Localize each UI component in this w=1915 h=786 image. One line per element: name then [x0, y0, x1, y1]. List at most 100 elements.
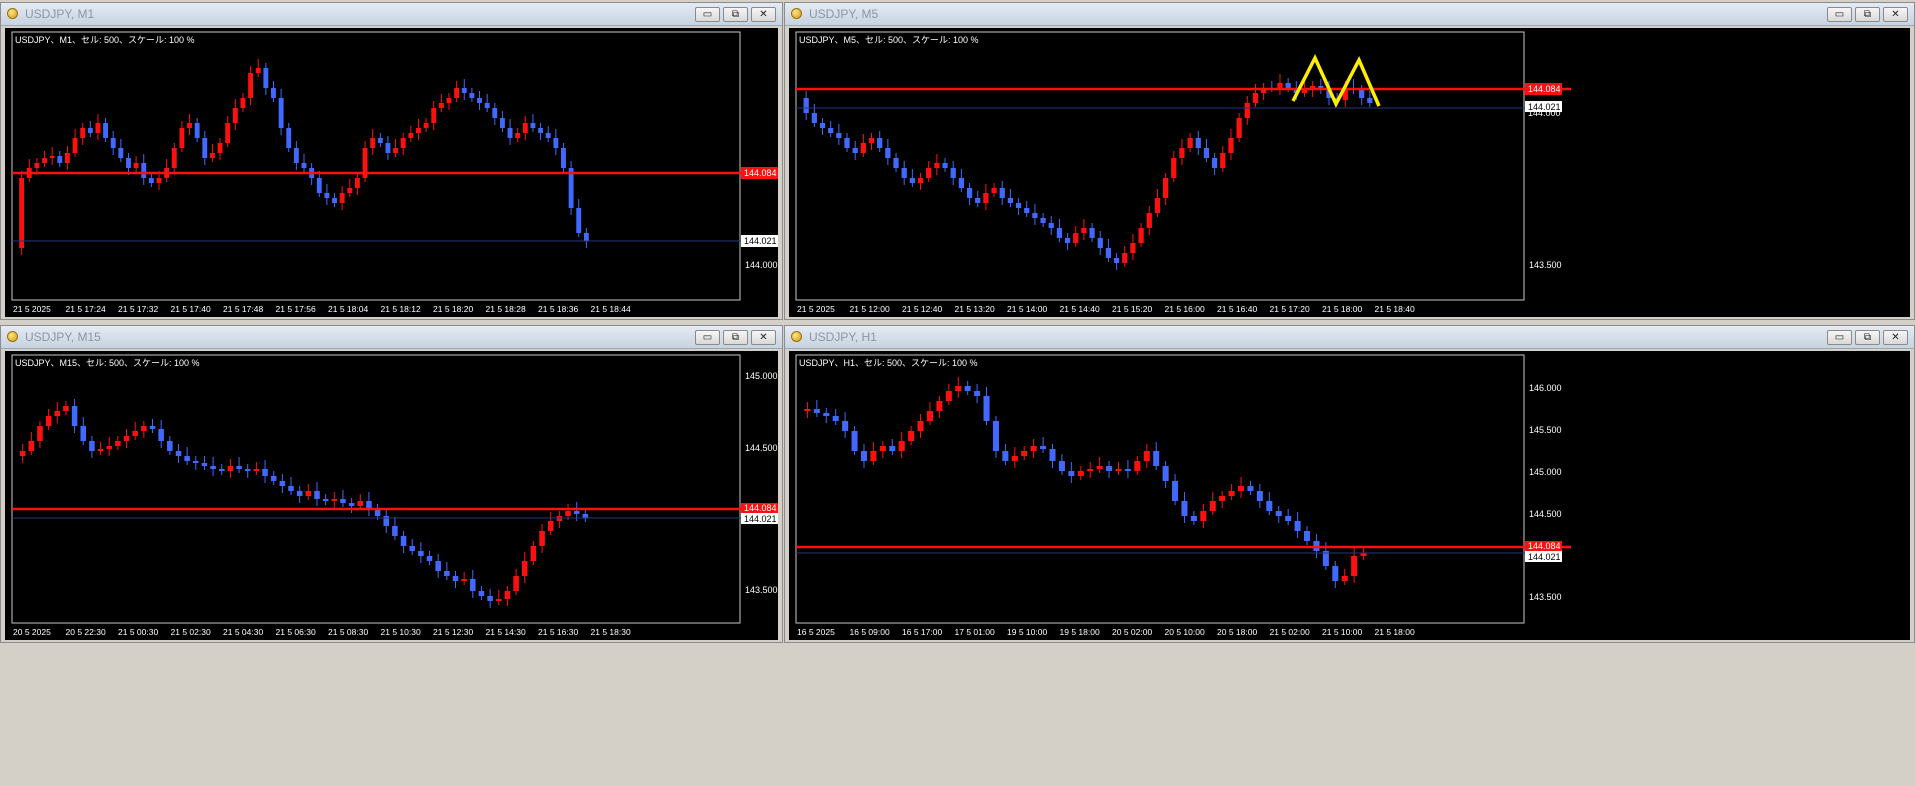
candle-body [893, 158, 899, 168]
candle-body [975, 198, 981, 203]
candle-body [438, 103, 444, 108]
candle-body [1209, 501, 1216, 511]
candle-body [1011, 456, 1018, 461]
x-tick-label: 21 5 18:12 [381, 304, 421, 314]
restore-button[interactable]: ⧉ [1855, 330, 1880, 345]
candle-body [57, 156, 63, 163]
candle-body [1301, 90, 1308, 93]
candle-body [227, 466, 234, 471]
candle-body [1181, 501, 1188, 516]
candle-body [1073, 233, 1079, 243]
restore-button[interactable]: ⧉ [723, 330, 748, 345]
x-tick-label: 20 5 10:00 [1165, 627, 1205, 637]
candle-body [149, 426, 156, 429]
x-tick-label: 19 5 18:00 [1060, 627, 1100, 637]
price-tag-red-text: 144.084 [744, 168, 777, 178]
candle-body [917, 421, 924, 431]
close-button[interactable]: ✕ [751, 330, 776, 345]
window-title: USDJPY, M15 [25, 330, 101, 344]
candle-body [54, 411, 61, 416]
close-button[interactable]: ✕ [751, 7, 776, 22]
candle-body [253, 469, 260, 471]
candle-body [171, 148, 177, 168]
x-tick-label: 16 5 09:00 [850, 627, 890, 637]
window-titlebar[interactable]: USDJPY, M5 ▭ ⧉ ✕ [785, 3, 1914, 26]
close-button[interactable]: ✕ [1883, 330, 1908, 345]
candle-body [461, 88, 467, 93]
candle-body [1089, 228, 1095, 238]
candle-body [945, 391, 952, 401]
candle-body [1212, 158, 1218, 168]
candle-body [340, 499, 346, 503]
candle-body [1030, 446, 1037, 451]
candle-body [293, 148, 299, 163]
window-titlebar[interactable]: USDJPY, H1 ▭ ⧉ ✕ [785, 326, 1914, 349]
restore-button[interactable]: ⧉ [723, 7, 748, 22]
chart-window-m5[interactable]: USDJPY, M5 ▭ ⧉ ✕ USDJPY、M5、セル: 500、スケール:… [784, 2, 1915, 320]
candle-body [385, 143, 391, 153]
minimize-button[interactable]: ▭ [1827, 7, 1852, 22]
candle-body [278, 98, 284, 128]
candle-body [573, 511, 580, 514]
minimize-button[interactable]: ▭ [1827, 330, 1852, 345]
window-titlebar[interactable]: USDJPY, M15 ▭ ⧉ ✕ [1, 326, 782, 349]
x-tick-label: 21 5 17:48 [223, 304, 263, 314]
candle-body [435, 561, 441, 571]
x-tick-label: 21 5 14:40 [1060, 304, 1100, 314]
minimize-button[interactable]: ▭ [695, 330, 720, 345]
candle-body [803, 98, 809, 113]
x-axis-ticks: 21 5 2025 21 5 17:24 21 5 17:32 21 5 17:40 2… [13, 304, 631, 314]
candle-body [1200, 511, 1207, 521]
candle-body [926, 168, 932, 178]
price-chart[interactable]: USDJPY、M15、セル: 500、スケール: 100 % 145.000 1… [5, 351, 778, 640]
chart-window-m15[interactable]: USDJPY, M15 ▭ ⧉ ✕ USDJPY、M15、セル: 500、スケー… [0, 325, 783, 643]
candle-body [1275, 511, 1282, 516]
plot-frame [11, 354, 741, 624]
candle-body [470, 579, 476, 591]
candle-body [184, 456, 190, 461]
candle-body [444, 571, 450, 576]
window-titlebar[interactable]: USDJPY, M1 ▭ ⧉ ✕ [1, 3, 782, 26]
x-tick-label: 20 5 02:00 [1112, 627, 1152, 637]
candle-body [426, 556, 433, 561]
candle-body [1266, 501, 1273, 511]
price-chart[interactable]: USDJPY、M5、セル: 500、スケール: 100 % 144.084 14… [789, 28, 1910, 317]
candle-body [1162, 466, 1169, 481]
candle-body [296, 491, 303, 496]
candles-group [803, 74, 1373, 270]
x-tick-label: 21 5 2025 [797, 304, 835, 314]
candle-body [1049, 449, 1056, 461]
candle-body [193, 461, 199, 463]
candle-body [901, 168, 907, 178]
price-tag-white-text: 144.021 [1528, 102, 1561, 112]
candle-body [156, 178, 162, 183]
price-chart[interactable]: USDJPY、H1、セル: 500、スケール: 100 % 146.000 14… [789, 351, 1910, 640]
candle-body [1285, 83, 1291, 88]
price-chart[interactable]: USDJPY、M1、セル: 500、スケール: 100 % 144.084 14… [5, 28, 778, 317]
candle-body [507, 128, 513, 138]
chart-window-h1[interactable]: USDJPY, H1 ▭ ⧉ ✕ USDJPY、H1、セル: 500、スケール:… [784, 325, 1915, 643]
candle-body [377, 138, 383, 143]
candle-body [95, 123, 101, 133]
candle-body [408, 133, 414, 138]
candle-body [452, 576, 459, 581]
candle-body [179, 128, 185, 148]
y-tick-label: 146.000 [1529, 383, 1562, 393]
candle-body [1179, 148, 1185, 158]
candle-body [1077, 471, 1084, 476]
restore-button[interactable]: ⧉ [1855, 7, 1880, 22]
candle-body [1058, 461, 1065, 471]
candle-body [530, 546, 537, 561]
candle-body [34, 163, 40, 168]
close-button[interactable]: ✕ [1883, 7, 1908, 22]
candle-body [582, 514, 589, 518]
candle-body [115, 441, 121, 446]
x-tick-label: 21 5 17:32 [118, 304, 158, 314]
candle-body [158, 429, 164, 441]
candle-body [522, 123, 528, 133]
minimize-button[interactable]: ▭ [695, 7, 720, 22]
candle-body [45, 416, 52, 426]
chart-window-m1[interactable]: USDJPY, M1 ▭ ⧉ ✕ USDJPY、M1、セル: 500、スケール:… [0, 2, 783, 320]
candle-body [836, 133, 842, 138]
candle-body [1138, 228, 1144, 243]
